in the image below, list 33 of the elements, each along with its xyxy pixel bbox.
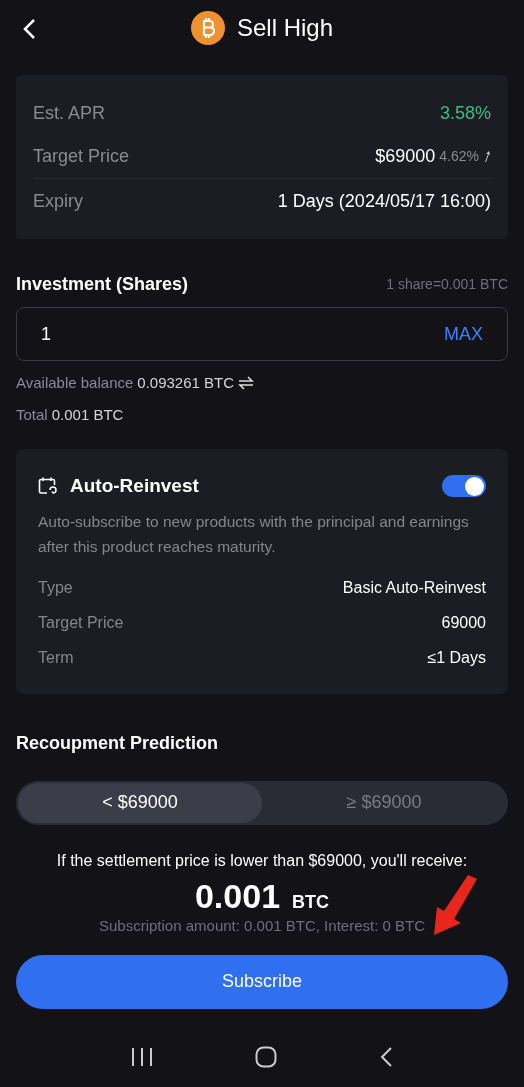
shares-field[interactable]: 1 MAX xyxy=(16,307,508,361)
auto-reinvest-title: Auto-Reinvest xyxy=(70,474,199,498)
balance-value: 0.093261 BTC xyxy=(137,373,235,393)
detail-value: Basic Auto-Reinvest xyxy=(342,578,486,598)
subscribe-button[interactable]: Subscribe xyxy=(16,954,508,1009)
share-note: 1 share=0.001 BTC xyxy=(386,275,508,294)
settlement-sentence: If the settlement price is lower than $69000, you'll receive: xyxy=(56,850,468,871)
price-change: 4.62% xyxy=(439,147,479,166)
section-title: Investment (Shares) xyxy=(16,273,189,296)
expiry-value: 1 Days (2024/05/17 16:00) xyxy=(277,189,491,213)
subscription-detail: Subscription amount: 0.001 BTC, Interest: 0 BTC xyxy=(99,916,425,935)
total-label: Total xyxy=(16,404,48,425)
shares-value: 1 xyxy=(41,322,51,346)
total-value: 0.001 BTC xyxy=(51,404,124,425)
summary-label: Target Price xyxy=(33,145,130,168)
price-tab[interactable]: < $69000 xyxy=(18,782,262,823)
detail-label: Term xyxy=(38,648,74,668)
detail-label: Type xyxy=(38,578,73,598)
apr-value: 3.58% xyxy=(439,101,491,125)
price-value: $69000 xyxy=(375,145,436,168)
section-title: Recoupment Prediction xyxy=(16,731,220,755)
receive-amount: 0.001 xyxy=(194,875,281,917)
auto-reinvest-description: Auto-subscribe to new products with the principal and earnings after this product reaches maturity. xyxy=(38,511,470,557)
detail-value: ≤1 Days xyxy=(427,648,486,668)
receive-unit: BTC xyxy=(292,890,330,914)
page-title: Sell High xyxy=(236,13,333,43)
max-button[interactable]: MAX xyxy=(444,320,483,348)
detail-value: 69000 xyxy=(441,613,486,633)
balance-label: Available balance xyxy=(16,373,134,393)
summary-label: Expiry xyxy=(33,189,83,213)
summary-label: Est. APR xyxy=(33,101,106,125)
price-tab[interactable]: ≥ $69000 xyxy=(262,782,506,823)
detail-label: Target Price xyxy=(38,613,124,633)
